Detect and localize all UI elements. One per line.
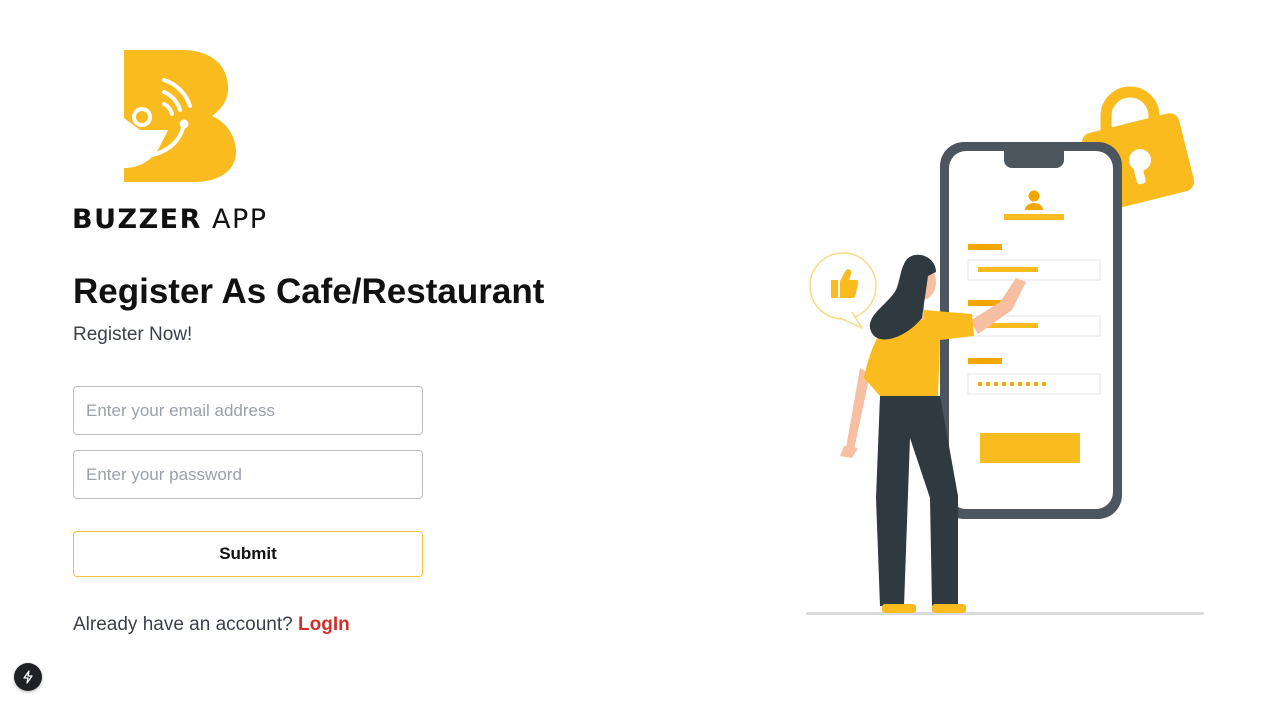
email-input[interactable] <box>73 386 423 435</box>
dev-tools-button[interactable] <box>14 663 42 691</box>
thumbs-up-bubble-icon <box>809 252 877 329</box>
page-title: Register As Cafe/Restaurant <box>73 272 545 311</box>
login-prompt: Already have an account? LogIn <box>73 614 350 636</box>
brand-name: BUZZER APP <box>72 204 268 235</box>
brand-name-bold: BUZZER <box>72 204 202 235</box>
login-prompt-text: Already have an account? <box>73 614 293 635</box>
submit-button[interactable]: Submit <box>73 531 423 577</box>
lightning-icon <box>23 670 33 684</box>
password-input[interactable] <box>73 450 423 499</box>
buzzer-b-logo-icon <box>124 50 236 182</box>
brand-name-light: APP <box>212 204 268 235</box>
woman-registering-on-phone-illustration <box>806 86 1204 615</box>
page-subtitle: Register Now! <box>73 324 193 345</box>
login-link[interactable]: LogIn <box>298 614 350 635</box>
